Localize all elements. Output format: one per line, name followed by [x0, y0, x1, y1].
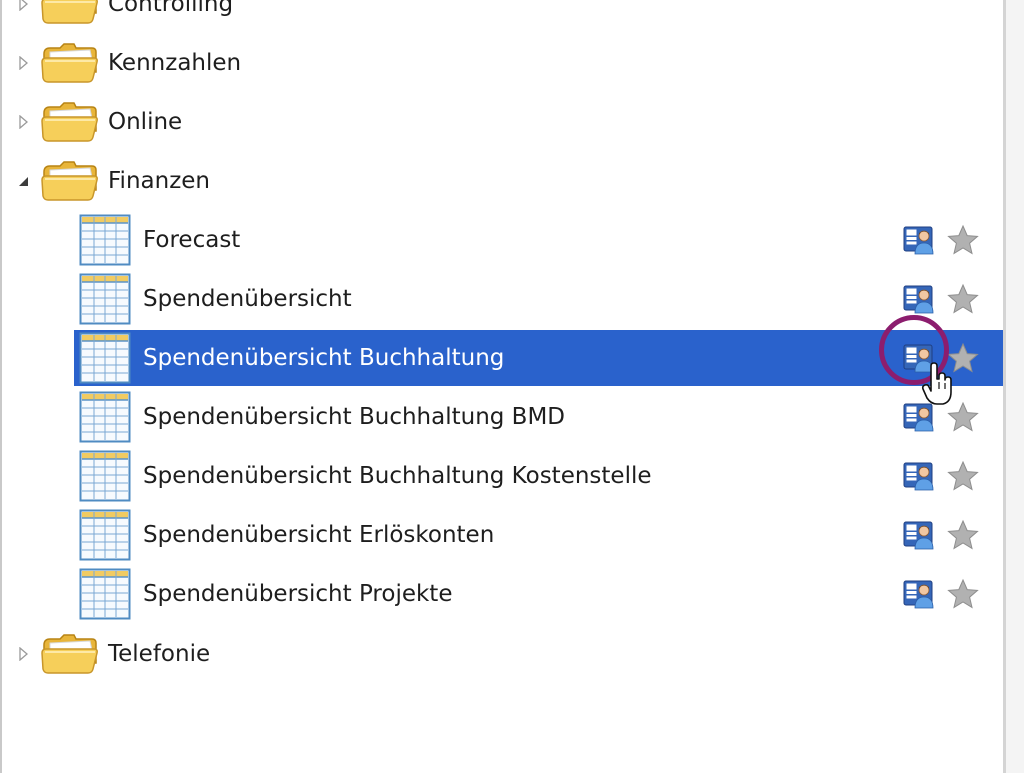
tree-folder-kennzahlen[interactable]: Kennzahlen	[0, 35, 1003, 91]
table-icon	[79, 214, 131, 266]
folder-icon	[40, 0, 100, 25]
folder-label: Telefonie	[108, 641, 211, 667]
folder-icon	[40, 42, 100, 84]
tree-folder-finanzen[interactable]: Finanzen	[0, 153, 1003, 209]
table-icon	[79, 391, 131, 443]
shared-report-icon[interactable]	[903, 402, 937, 432]
tree-item-spendenuebersicht-projekte[interactable]: Spendenübersicht Projekte	[0, 566, 1003, 622]
folder-label: Controlling	[108, 0, 234, 17]
tree-item-spendenuebersicht-buchhaltung[interactable]: Spendenübersicht Buchhaltung	[0, 330, 1003, 386]
table-icon	[79, 568, 131, 620]
shared-report-icon[interactable]	[903, 579, 937, 609]
star-icon[interactable]	[947, 460, 979, 492]
folder-icon	[40, 101, 100, 143]
item-label: Forecast	[143, 227, 241, 253]
tree-folder-controlling[interactable]: Controlling	[0, 0, 1003, 32]
hand-cursor-icon	[921, 362, 952, 405]
item-label: Spendenübersicht Erlöskonten	[143, 522, 495, 548]
expand-arrow-icon[interactable]	[16, 0, 30, 11]
tree-item-spendenuebersicht-buchhaltung-kostenstelle[interactable]: Spendenübersicht Buchhaltung Kostenstell…	[0, 448, 1003, 504]
folder-label: Finanzen	[108, 168, 210, 194]
tree-folder-telefonie[interactable]: Telefonie	[0, 626, 1003, 682]
adjacent-panel	[1006, 0, 1024, 773]
expand-arrow-icon[interactable]	[16, 56, 30, 70]
table-icon	[79, 509, 131, 561]
item-label: Spendenübersicht Buchhaltung Kostenstell…	[143, 463, 652, 489]
tree-item-spendenuebersicht-erloeskonten[interactable]: Spendenübersicht Erlöskonten	[0, 507, 1003, 563]
item-label: Spendenübersicht	[143, 286, 352, 312]
folder-label: Online	[108, 109, 183, 135]
tree-item-forecast[interactable]: Forecast	[0, 212, 1003, 268]
tree-item-spendenuebersicht[interactable]: Spendenübersicht	[0, 271, 1003, 327]
item-label: Spendenübersicht Buchhaltung	[143, 345, 505, 371]
table-icon	[79, 273, 131, 325]
tree-item-spendenuebersicht-buchhaltung-bmd[interactable]: Spendenübersicht Buchhaltung BMD	[0, 389, 1003, 445]
table-icon	[79, 450, 131, 502]
folder-label: Kennzahlen	[108, 50, 242, 76]
table-icon	[79, 332, 131, 384]
shared-report-icon[interactable]	[903, 225, 937, 255]
star-icon[interactable]	[947, 578, 979, 610]
report-tree: Controlling Kennzahlen Online Finanzen F…	[0, 0, 1003, 773]
folder-open-icon	[40, 160, 100, 202]
star-icon[interactable]	[947, 283, 979, 315]
item-label: Spendenübersicht Buchhaltung BMD	[143, 404, 566, 430]
star-icon[interactable]	[947, 224, 979, 256]
collapse-arrow-icon[interactable]	[16, 174, 30, 188]
expand-arrow-icon[interactable]	[16, 115, 30, 129]
item-label: Spendenübersicht Projekte	[143, 581, 453, 607]
shared-report-icon[interactable]	[903, 461, 937, 491]
folder-icon	[40, 633, 100, 675]
tree-folder-online[interactable]: Online	[0, 94, 1003, 150]
expand-arrow-icon[interactable]	[16, 647, 30, 661]
star-icon[interactable]	[947, 519, 979, 551]
shared-report-icon[interactable]	[903, 284, 937, 314]
shared-report-icon[interactable]	[903, 520, 937, 550]
